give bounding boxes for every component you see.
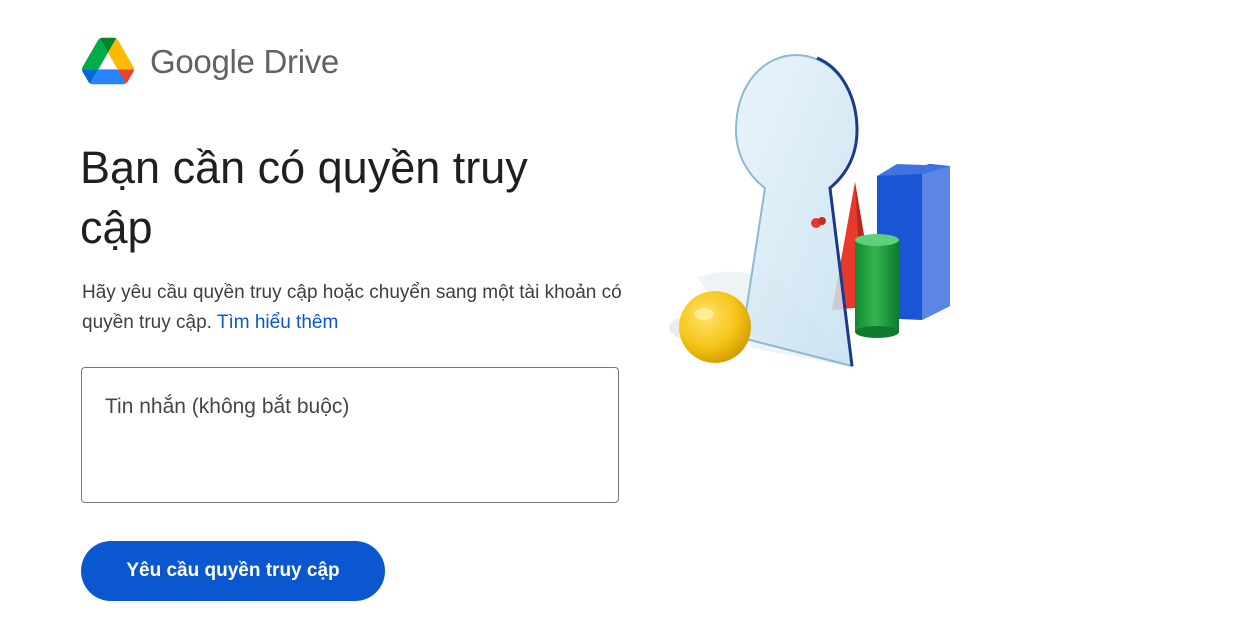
page-title: Bạn cần có quyền truy cập	[80, 142, 528, 253]
message-field-container	[81, 367, 619, 503]
learn-more-link[interactable]: Tìm hiểu thêm	[217, 312, 338, 333]
access-request-page: Google Drive Bạn cần có quyền truy cập H…	[0, 0, 1237, 642]
brand-header: Google Drive	[82, 36, 339, 86]
message-textarea[interactable]	[82, 368, 618, 502]
request-access-button[interactable]: Yêu cầu quyền truy cập	[81, 541, 385, 601]
google-drive-logo-icon	[82, 37, 134, 85]
access-description: Hãy yêu cầu quyền truy cập hoặc chuyển s…	[82, 278, 622, 338]
description-text: Hãy yêu cầu quyền truy cập hoặc chuyển s…	[82, 282, 622, 333]
brand-name: Google Drive	[150, 42, 339, 80]
keyhole-illustration-icon	[669, 53, 950, 368]
